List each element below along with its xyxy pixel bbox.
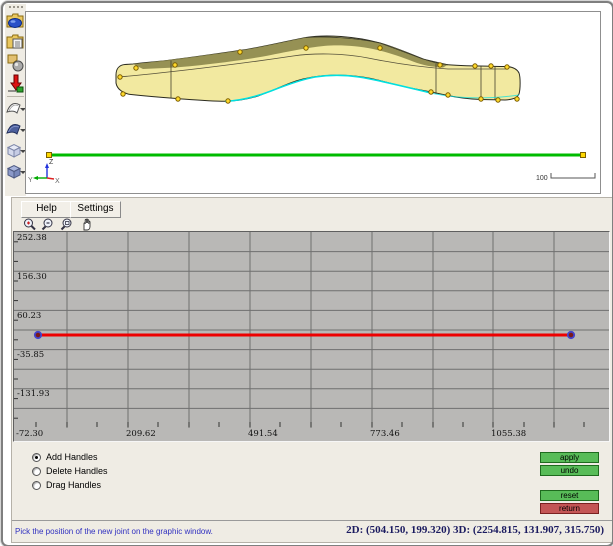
toolbar-separator xyxy=(7,96,24,97)
settings-button[interactable]: Settings xyxy=(70,201,121,218)
pan-hand-icon[interactable] xyxy=(79,217,96,232)
radio-circle[interactable] xyxy=(32,453,41,462)
apply-button[interactable]: apply xyxy=(540,452,599,463)
surface-shaded-icon[interactable] xyxy=(6,121,25,140)
radio-circle[interactable] xyxy=(32,481,41,490)
graph-toolbar xyxy=(22,217,96,232)
reset-button[interactable]: reset xyxy=(540,490,599,501)
x-tick-label: 491.54 xyxy=(248,429,278,439)
handle-graph[interactable]: 252.38 156.30 60.23 -35.85 -131.93 -72.3… xyxy=(13,231,610,442)
toolbar-grip[interactable] xyxy=(5,4,26,9)
3d-model-group: Z Y X 100 xyxy=(28,36,595,185)
application-window: Z Y X 100 Help Settings xyxy=(1,1,613,546)
status-bar: Pick the position of the new joint on th… xyxy=(12,520,612,544)
x-tick-label: 773.46 xyxy=(370,429,400,439)
radio-label: Delete Handles xyxy=(46,466,108,476)
radio-delete-handles[interactable]: Delete Handles xyxy=(32,465,108,477)
joint-line-end-handle xyxy=(581,153,586,158)
3d-viewport[interactable]: Z Y X 100 xyxy=(25,11,601,194)
left-toolbar xyxy=(5,4,26,196)
y-tick-label: 60.23 xyxy=(17,311,41,321)
zoom-in-icon[interactable] xyxy=(22,217,39,232)
curve-handle-right[interactable] xyxy=(568,332,574,338)
axis-z-label: Z xyxy=(49,159,54,166)
axis-triad: Z Y X xyxy=(28,159,60,185)
material-sphere-icon[interactable] xyxy=(6,53,25,72)
y-tick-label: -131.93 xyxy=(17,389,50,399)
scale-value-label: 100 xyxy=(536,175,548,182)
radio-label: Add Handles xyxy=(46,452,98,462)
surface-wireframe-icon[interactable] xyxy=(6,100,25,119)
return-button[interactable]: return xyxy=(540,503,599,514)
x-tick-label: 1055.38 xyxy=(491,429,526,439)
curve-handle-left[interactable] xyxy=(35,332,41,338)
solid-wireframe-icon[interactable] xyxy=(6,142,25,161)
scale-indicator: 100 xyxy=(536,173,595,182)
zoom-box-icon[interactable] xyxy=(60,217,77,232)
solid-shaded-icon[interactable] xyxy=(6,163,25,182)
x-tick-label: -72.30 xyxy=(16,429,43,439)
radio-drag-handles[interactable]: Drag Handles xyxy=(32,479,101,491)
cursor-coordinates: 2D: (504.150, 199.320) 3D: (2254.815, 13… xyxy=(346,524,604,536)
radio-circle[interactable] xyxy=(32,467,41,476)
y-tick-label: 252.38 xyxy=(17,233,47,243)
axis-x-label: X xyxy=(55,178,60,185)
handle-editor-panel: Help Settings xyxy=(11,197,613,543)
y-tick-label: 156.30 xyxy=(17,272,47,282)
graph-plot xyxy=(14,232,609,428)
joint-line-start-handle xyxy=(47,153,52,158)
radio-add-handles[interactable]: Add Handles xyxy=(32,451,98,463)
zoom-out-icon[interactable] xyxy=(41,217,58,232)
list-folder-icon[interactable] xyxy=(6,32,25,51)
y-tick-label: -35.85 xyxy=(17,350,44,360)
axis-y-label: Y xyxy=(28,177,33,184)
undo-button[interactable]: undo xyxy=(540,465,599,476)
radio-label: Drag Handles xyxy=(46,480,101,490)
import-part-icon[interactable] xyxy=(6,74,25,93)
x-tick-label: 209.62 xyxy=(126,429,156,439)
screenshot-stage: Z Y X 100 Help Settings xyxy=(0,0,613,546)
help-button[interactable]: Help xyxy=(21,201,72,218)
part-folder-icon[interactable] xyxy=(6,11,25,30)
status-message: Pick the position of the new joint on th… xyxy=(15,527,213,536)
